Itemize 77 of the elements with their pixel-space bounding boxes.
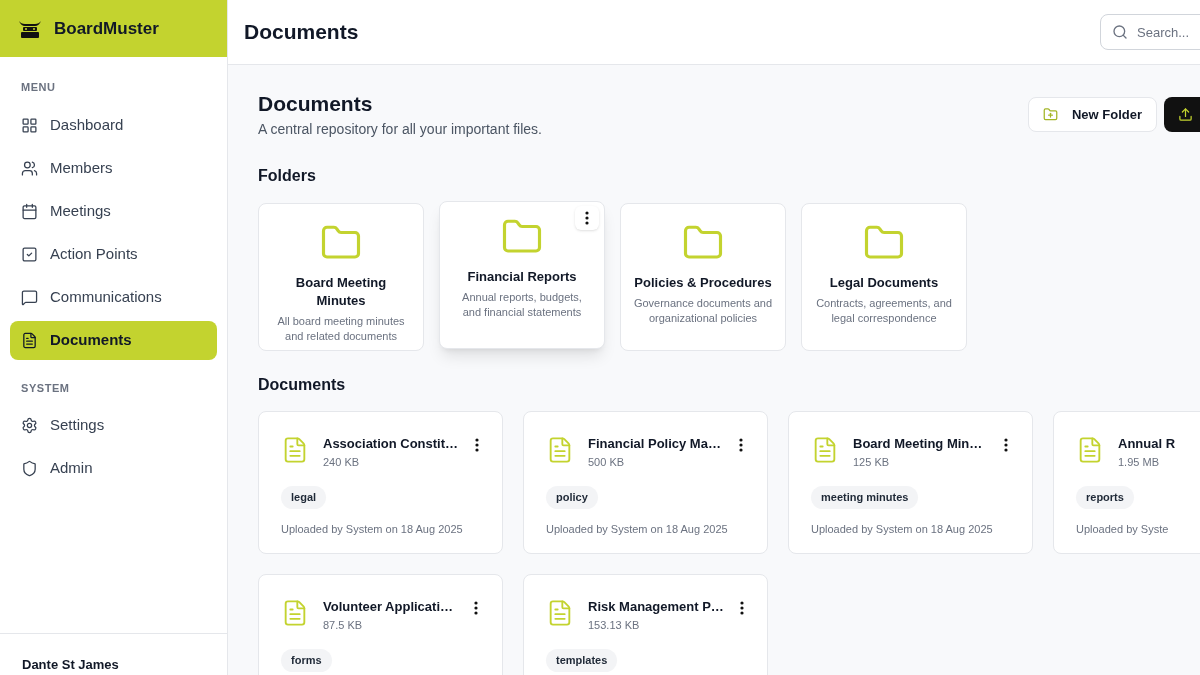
- folder-name: Financial Reports: [467, 268, 577, 287]
- page-title: Documents: [258, 91, 374, 117]
- folder-description: Contracts, agreements, and legal correspondence: [815, 296, 953, 327]
- settings-icon: [21, 417, 38, 434]
- section-title: Documents: [258, 375, 347, 396]
- folder-name: Legal Documents: [829, 274, 939, 293]
- nav-item[interactable]: Admin: [10, 449, 217, 488]
- folder-description: Annual reports, budgets, and financial statements: [461, 290, 583, 321]
- document-name: Risk Management P…: [588, 598, 724, 617]
- document-name: Annual R: [1118, 435, 1176, 454]
- search-icon: [1112, 24, 1128, 40]
- nav-item[interactable]: Settings: [10, 406, 217, 445]
- shield-icon: [21, 460, 38, 477]
- grid-icon: [21, 116, 38, 134]
- more-icon: [475, 438, 480, 453]
- file-size: 240 KB: [323, 454, 361, 470]
- document-icon: [21, 331, 38, 349]
- more-icon: [585, 211, 589, 226]
- nav-item[interactable]: Members: [10, 148, 217, 188]
- document-card[interactable]: Board Meeting Min… 125 KB meeting minutes Uploaded by System on 18 Aug 2025: [788, 411, 1033, 555]
- nav-item[interactable]: Dashboard: [10, 105, 217, 145]
- folder-description: Governance documents and organizational policies: [633, 296, 773, 327]
- section-title: Folders: [258, 166, 317, 187]
- upload-icon: [1178, 107, 1193, 122]
- page-subtitle: A central repository for all your important files.: [258, 120, 542, 140]
- tag: templates: [546, 649, 618, 672]
- users-icon: [21, 159, 38, 177]
- nav-item[interactable]: Meetings: [10, 191, 217, 231]
- upload-info: Uploaded by System on 18 Aug 2025: [811, 521, 994, 537]
- nav-item[interactable]: Communications: [10, 277, 217, 317]
- tag: policy: [546, 486, 598, 509]
- document-name: Financial Policy Ma…: [588, 435, 721, 454]
- folder-card[interactable]: Legal Documents Contracts, agreements, and legal correspondence: [801, 203, 967, 352]
- more-icon: [474, 601, 478, 616]
- document-name: Association Constit…: [323, 435, 459, 454]
- document-card[interactable]: Volunteer Applicati… 87.5 KB forms: [258, 574, 503, 675]
- section-heading: SYSTEM: [20, 380, 71, 396]
- tag: reports: [1076, 486, 1134, 509]
- tag: meeting minutes: [811, 486, 919, 509]
- folder-card[interactable]: Board Meeting Minutes All board meeting minutes and related documents: [258, 203, 424, 352]
- upload-info: Uploaded by Syste: [1076, 521, 1170, 537]
- upload-info: Uploaded by System on 18 Aug 2025: [281, 521, 464, 537]
- document-card[interactable]: Risk Management P… 153.13 KB templates: [523, 574, 768, 675]
- file-size: 125 KB: [853, 454, 891, 470]
- nav-item[interactable]: Documents: [10, 320, 217, 360]
- tag: legal: [281, 486, 327, 509]
- checkbox-icon: [21, 245, 38, 263]
- header-title: Documents: [244, 19, 359, 46]
- document-card[interactable]: Association Constit… 240 KB legal Uploaded by System on 18 Aug 2025: [258, 411, 503, 555]
- upload-button[interactable]: [1164, 97, 1200, 132]
- document-card[interactable]: Financial Policy Ma… 500 KB policy Uploaded by System on 18 Aug 2025: [523, 411, 768, 555]
- calendar-icon: [21, 202, 38, 220]
- document-card[interactable]: Annual R 1.95 MB reports Uploaded by Syste: [1053, 411, 1200, 555]
- document-name: Board Meeting Min…: [853, 435, 983, 454]
- section-heading: MENU: [20, 80, 57, 95]
- more-icon: [740, 601, 745, 616]
- folder-name: Board Meeting Minutes: [294, 274, 388, 311]
- more-icon: [1004, 438, 1008, 453]
- folder-description: All board meeting minutes and related documents: [276, 314, 406, 345]
- folder-card[interactable]: Financial Reports Annual reports, budgets, and financial statements: [439, 201, 605, 350]
- search-field[interactable]: Search...: [1100, 14, 1200, 50]
- nav-item[interactable]: Action Points: [10, 234, 217, 274]
- tag: forms: [281, 649, 332, 672]
- chat-bubble-icon: [21, 288, 38, 306]
- file-size: 153.13 KB: [588, 617, 641, 633]
- file-size: 1.95 MB: [1118, 454, 1160, 470]
- upload-info: Uploaded by System on 18 Aug 2025: [546, 521, 729, 537]
- folder-plus-icon: [1042, 107, 1058, 122]
- file-size: 87.5 KB: [323, 617, 364, 633]
- file-size: 500 KB: [588, 454, 626, 470]
- new-folder-button[interactable]: New Folder: [1027, 97, 1157, 132]
- folder-name: Policies & Procedures: [634, 274, 772, 293]
- user-name: Dante St James: [22, 658, 120, 671]
- more-icon: [739, 438, 743, 453]
- document-name: Volunteer Applicati…: [323, 598, 453, 617]
- folder-card[interactable]: Policies & Procedures Governance documents and organizational policies: [620, 203, 786, 352]
- app-name: BoardMuster: [54, 17, 159, 40]
